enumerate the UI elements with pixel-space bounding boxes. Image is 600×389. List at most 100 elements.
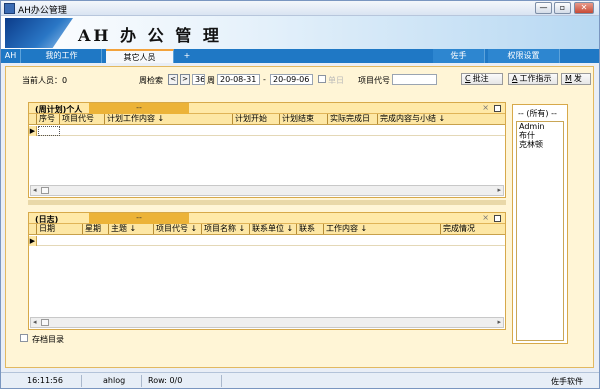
close-button[interactable]: ✕ [574,2,594,14]
col-work-content[interactable]: 工作内容 ↓ [324,224,441,234]
weekly-plan-maximize-icon[interactable] [494,105,501,112]
app-icon [4,3,15,14]
tab-assistant[interactable]: 佐手 [433,49,485,63]
log-header: (日志) -- × [29,213,505,224]
prev-week-button[interactable]: < [168,74,178,85]
col-project-name[interactable]: 项目名称 ↓ [202,224,250,234]
main-content: 当前人员：0 周检索 < > 36 周 20-08-31 - 20-09-06 … [5,66,594,368]
weekly-plan-header: (周计划)个人 -- × [29,103,505,114]
log-row[interactable]: ▶ [29,236,505,246]
col-contact[interactable]: 联系 [297,224,324,234]
weekly-plan-tab[interactable]: -- [89,103,189,114]
scroll-left-icon[interactable]: ◂ [33,318,37,327]
banner-logo [5,18,73,48]
scroll-thumb[interactable] [41,319,49,326]
col-plan-content[interactable]: 计划工作内容 ↓ [105,114,233,124]
tab-my-work[interactable]: 我的工作 [22,49,102,63]
send-hotkey: M [565,74,572,83]
banner-title: AH 办 公 管 理 [78,26,222,45]
status-divider [141,375,142,387]
send-label: 发 [573,74,582,83]
selected-cell[interactable] [38,126,60,136]
weekly-plan-panel: (周计划)个人 -- × 序号 项目代号 计划工作内容 ↓ 计划开始 计划结束 … [28,102,506,198]
col-actual-done[interactable]: 实际完成日 [328,114,378,124]
row-indicator-icon: ▶ [29,126,37,136]
status-divider [221,375,222,387]
status-user: ahlog [103,376,126,385]
main-tab-bar: AH 我的工作 其它人员 + 佐手 权限设置 [1,49,599,63]
scroll-right-icon[interactable]: ▸ [497,186,501,195]
toolbar: 当前人员：0 周检索 < > 36 周 20-08-31 - 20-09-06 … [6,72,593,88]
status-brand: 佐手软件 [551,377,583,386]
scroll-right-icon[interactable]: ▸ [497,318,501,327]
send-button[interactable]: M发 [561,73,591,85]
project-code-label: 项目代号 [358,76,390,85]
single-day-label: 单日 [328,76,344,85]
col-project-code[interactable]: 项目代号 [60,114,105,124]
col-plan-start[interactable]: 计划开始 [233,114,280,124]
log-hscrollbar[interactable]: ◂ ▸ [30,317,504,328]
window-title: AH办公管理 [18,6,67,16]
tab-other-staff[interactable]: 其它人员 [106,49,174,63]
banner: AH 办 公 管 理 [1,16,599,49]
week-number-field[interactable]: 36 [192,74,205,85]
scroll-left-icon[interactable]: ◂ [33,186,37,195]
log-maximize-icon[interactable] [494,215,501,222]
project-code-input[interactable] [392,74,437,85]
annotate-hotkey: C [465,74,471,83]
staff-item[interactable]: Admin [517,122,563,131]
log-close-icon[interactable]: × [482,213,489,222]
col-subject[interactable]: 主题 ↓ [109,224,154,234]
work-instruction-label: 工作指示 [519,74,552,83]
annotate-button[interactable]: C 批注 [461,73,503,85]
tab-ah[interactable]: AH [1,49,21,63]
log-grid-header: 日期 星期 主题 ↓ 项目代号 ↓ 项目名称 ↓ 联系单位 ↓ 联系 工作内容 … [29,224,505,235]
corner-cell [29,114,37,124]
archive-checkbox[interactable] [20,334,28,342]
col-date[interactable]: 日期 [37,224,83,234]
panel-splitter[interactable] [28,200,506,205]
col-project-code[interactable]: 项目代号 ↓ [154,224,202,234]
staff-filter-title: -- (所有) -- [518,109,557,118]
date-separator: - [263,75,266,84]
staff-item[interactable]: 克林顿 [517,140,563,149]
status-row: Row: 0/0 [148,376,183,385]
col-contact-unit[interactable]: 联系单位 ↓ [250,224,297,234]
row-indicator-icon: ▶ [29,236,37,246]
week-suffix-label: 周 [207,76,215,85]
work-instruction-button[interactable]: A 工作指示 [508,73,558,85]
col-weekday[interactable]: 星期 [83,224,109,234]
corner-cell [29,224,37,234]
status-bar: 16:11:56 ahlog Row: 0/0 佐手软件 [1,372,599,388]
archive-label: 存档目录 [32,335,64,344]
minimize-button[interactable]: — [535,2,552,14]
scroll-thumb[interactable] [41,187,49,194]
app-window: AH办公管理 — ▫ ✕ AH 办 公 管 理 AH 我的工作 其它人员 + 佐… [0,0,600,389]
work-instruction-hotkey: A [512,74,518,83]
date-from-field[interactable]: 20-08-31 [217,74,260,85]
week-search-label: 周检索 [139,76,163,85]
weekly-plan-hscrollbar[interactable]: ◂ ▸ [30,185,504,196]
status-time: 16:11:56 [27,376,63,385]
staff-side-panel: -- (所有) -- Admin 布什 克林顿 [512,104,568,344]
current-person-label: 当前人员：0 [22,76,68,85]
annotate-label: 批注 [472,74,489,83]
staff-item[interactable]: 布什 [517,131,563,140]
log-tab[interactable]: -- [89,213,189,224]
col-plan-end[interactable]: 计划结束 [280,114,328,124]
maximize-button[interactable]: ▫ [554,2,571,14]
tab-add-button[interactable]: + [177,49,197,63]
next-week-button[interactable]: > [180,74,190,85]
col-seq[interactable]: 序号 [37,114,60,124]
staff-list: Admin 布什 克林顿 [516,121,564,341]
status-divider [81,375,82,387]
single-day-checkbox[interactable] [318,75,326,83]
weekly-plan-row[interactable]: ▶ [29,126,505,136]
title-bar: AH办公管理 — ▫ ✕ [1,1,599,16]
weekly-plan-close-icon[interactable]: × [482,103,489,112]
weekly-plan-grid-header: 序号 项目代号 计划工作内容 ↓ 计划开始 计划结束 实际完成日 完成内容与小结… [29,114,505,125]
tab-permissions[interactable]: 权限设置 [488,49,560,63]
col-summary[interactable]: 完成内容与小结 ↓ [378,114,505,124]
date-to-field[interactable]: 20-09-06 [270,74,313,85]
col-completion[interactable]: 完成情况 [441,224,505,234]
